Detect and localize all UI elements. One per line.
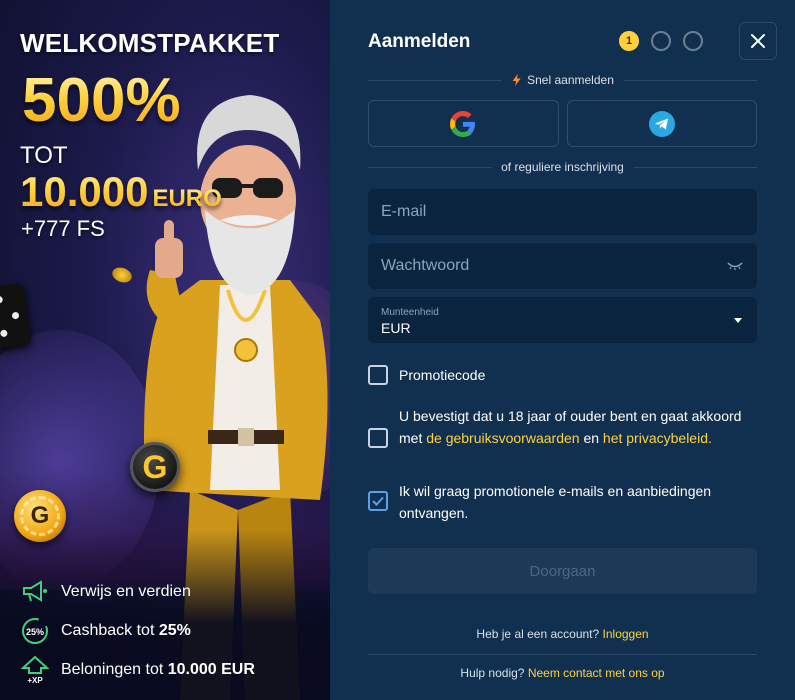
feature-rewards: +XP Beloningen tot 10.000 EUR bbox=[20, 650, 255, 689]
login-link[interactable]: Inloggen bbox=[603, 627, 649, 641]
promo-percent: 500% bbox=[22, 66, 181, 135]
continue-button[interactable]: Doorgaan bbox=[368, 548, 757, 594]
terms-link[interactable]: de gebruiksvoorwaarden bbox=[426, 430, 579, 446]
contact-link[interactable]: Neem contact met ons op bbox=[528, 666, 665, 680]
email-input[interactable] bbox=[381, 203, 744, 221]
promo-features: Verwijs en verdien 25% Cashback tot 25% … bbox=[20, 572, 255, 689]
svg-text:+XP: +XP bbox=[27, 676, 43, 685]
checkmark-icon bbox=[372, 496, 384, 506]
promo-tot: TOT bbox=[20, 142, 68, 169]
currency-label: Munteenheid bbox=[381, 306, 439, 318]
step-3 bbox=[683, 31, 703, 51]
promo-banner: G G WELKOMSTPAKKET 500% TOT 10.000 EURO +… bbox=[0, 0, 330, 700]
promo-code-checkbox[interactable] bbox=[368, 365, 388, 385]
eye-closed-icon[interactable] bbox=[726, 261, 744, 271]
newsletter-checkbox[interactable] bbox=[368, 491, 388, 511]
promo-code-row: Promotiecode bbox=[368, 365, 757, 385]
promo-amount: 10.000 EURO bbox=[20, 168, 222, 216]
step-2 bbox=[651, 31, 671, 51]
feature-label: Cashback tot 25% bbox=[61, 621, 191, 639]
close-icon bbox=[751, 34, 765, 48]
quick-signup-divider: Snel aanmelden bbox=[368, 73, 757, 87]
dice-icon bbox=[0, 282, 33, 350]
newsletter-row: Ik wil graag promotionele e-mails en aan… bbox=[368, 480, 757, 524]
signup-panel: Aanmelden 1 Snel aanmelden of reguliere … bbox=[330, 0, 795, 700]
regular-signup-label: of reguliere inschrijving bbox=[491, 160, 634, 174]
terms-text: U bevestigt dat u 18 jaar of ouder bent … bbox=[399, 408, 742, 446]
brand-coin-icon: G bbox=[130, 442, 180, 492]
casino-chip-icon: G bbox=[14, 490, 66, 542]
cashback-25-icon: 25% bbox=[20, 616, 50, 646]
step-indicator: 1 bbox=[619, 31, 703, 51]
privacy-link[interactable]: het privacybeleid. bbox=[603, 430, 712, 446]
feature-label: Verwijs en verdien bbox=[61, 582, 191, 600]
email-field[interactable] bbox=[368, 189, 757, 235]
regular-signup-divider: of reguliere inschrijving bbox=[368, 160, 757, 174]
step-1: 1 bbox=[619, 31, 639, 51]
terms-checkbox[interactable] bbox=[368, 428, 388, 448]
feature-referral: Verwijs en verdien bbox=[20, 572, 255, 611]
promo-title: WELKOMSTPAKKET bbox=[20, 28, 280, 58]
panel-header: Aanmelden 1 bbox=[368, 22, 777, 62]
newsletter-label: Ik wil graag promotionele e-mails en aan… bbox=[399, 483, 712, 521]
promo-amount-value: 10.000 bbox=[20, 168, 149, 215]
lightning-icon bbox=[512, 74, 521, 86]
password-field[interactable] bbox=[368, 243, 757, 289]
promo-amount-currency: EURO bbox=[152, 185, 222, 212]
telegram-signup-button[interactable] bbox=[566, 100, 757, 147]
footer-divider bbox=[368, 654, 757, 655]
megaphone-icon bbox=[20, 577, 50, 607]
quick-signup-label: Snel aanmelden bbox=[527, 73, 614, 87]
currency-select[interactable]: Munteenheid EUR bbox=[368, 297, 757, 343]
promo-free-spins: +777 FS bbox=[21, 216, 105, 241]
promo-code-label: Promotiecode bbox=[399, 367, 486, 383]
dropdown-caret-icon bbox=[734, 318, 742, 323]
panel-title: Aanmelden bbox=[368, 31, 471, 52]
social-login-row bbox=[368, 100, 757, 147]
password-input[interactable] bbox=[381, 257, 726, 275]
feature-label: Beloningen tot 10.000 EUR bbox=[61, 660, 255, 678]
close-button[interactable] bbox=[739, 22, 777, 60]
terms-row: U bevestigt dat u 18 jaar of ouder bent … bbox=[368, 405, 757, 449]
currency-value: EUR bbox=[381, 319, 411, 336]
xp-arrow-icon: +XP bbox=[20, 655, 50, 685]
feature-cashback: 25% Cashback tot 25% bbox=[20, 611, 255, 650]
google-icon bbox=[450, 110, 476, 137]
svg-text:25%: 25% bbox=[26, 627, 44, 637]
telegram-icon bbox=[648, 110, 675, 137]
google-signup-button[interactable] bbox=[368, 100, 559, 147]
login-prompt: Heb je al een account? Inloggen bbox=[476, 627, 649, 641]
help-prompt: Hulp nodig? Neem contact met ons op bbox=[460, 666, 665, 680]
